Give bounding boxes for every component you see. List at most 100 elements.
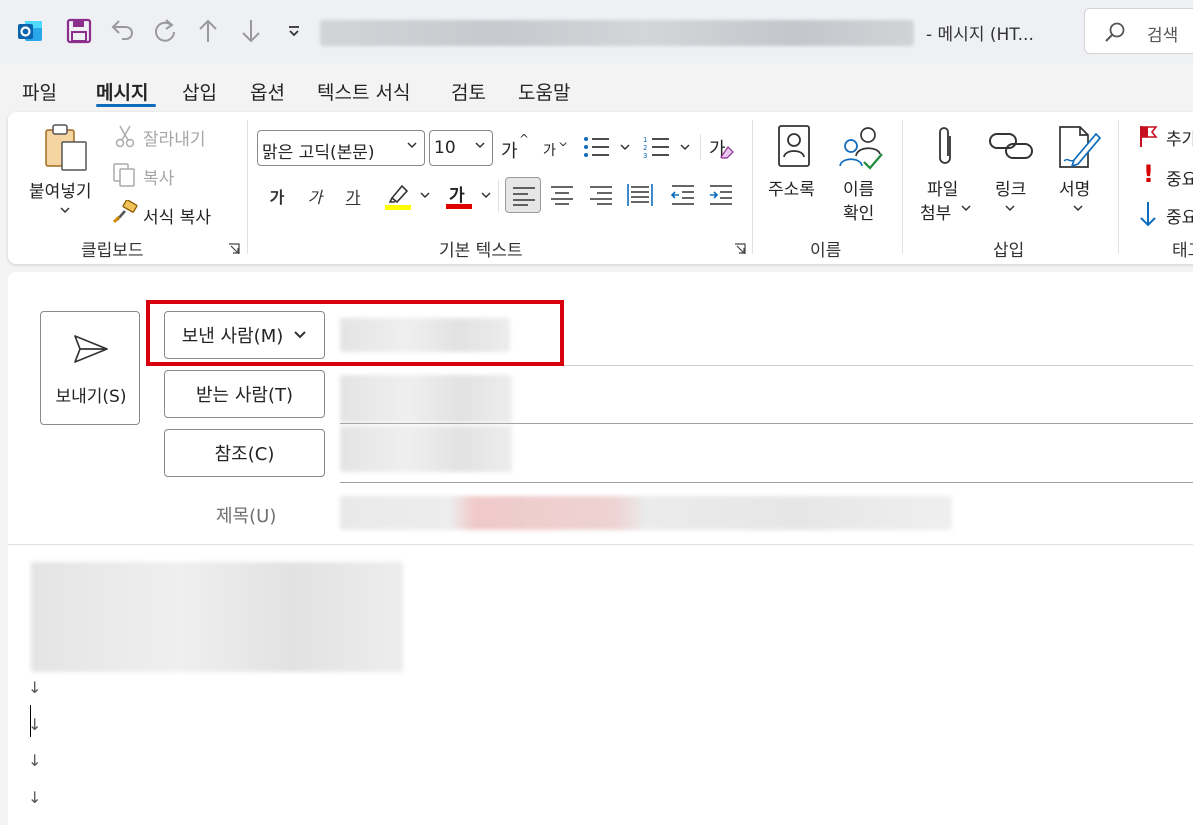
move-up-icon[interactable] — [193, 16, 223, 46]
send-button[interactable]: 보내기(S) — [40, 311, 140, 425]
numbered-list-icon: 1 2 3 — [643, 136, 669, 160]
chevron-down-icon — [475, 142, 485, 149]
italic-label: 가 — [307, 188, 323, 207]
basic-text-group-label: 기본 텍스트 — [439, 241, 523, 261]
subject-field-redacted[interactable] — [340, 496, 952, 530]
tab-review[interactable]: 검토 — [451, 78, 486, 105]
address-book-label: 주소록 — [768, 180, 815, 200]
basic-text-dialog-launcher-icon[interactable] — [734, 243, 746, 255]
increase-indent-icon[interactable] — [708, 184, 734, 206]
clipboard-dialog-launcher-icon[interactable] — [228, 243, 240, 255]
text-cursor — [30, 705, 31, 737]
subject-label: 제목(U) — [216, 506, 277, 527]
header-body-divider — [8, 544, 1193, 545]
move-down-icon[interactable] — [236, 16, 266, 46]
to-button[interactable]: 받는 사람(T) — [164, 370, 325, 418]
italic-button[interactable]: 가 — [303, 180, 327, 212]
ribbon-separator — [700, 134, 701, 160]
paste-icon — [45, 124, 87, 171]
ribbon-separator — [902, 120, 903, 254]
check-names-label-2: 확인 — [843, 204, 875, 224]
cc-divider — [340, 482, 1193, 483]
tab-file[interactable]: 파일 — [22, 78, 57, 105]
paste-label: 붙여넣기 — [29, 182, 92, 202]
customize-toolbar-icon[interactable] — [279, 16, 309, 46]
align-left-icon — [513, 187, 535, 206]
chevron-down-icon — [620, 144, 630, 151]
to-label: 받는 사람(T) — [195, 385, 293, 406]
chevron-down-icon — [1073, 205, 1083, 212]
decrease-indent-icon[interactable] — [670, 184, 696, 206]
caret-down-icon: ^ — [558, 134, 569, 148]
address-book-icon — [778, 125, 810, 167]
bullet-list-icon — [584, 137, 609, 157]
search-placeholder: 검색 — [1147, 26, 1179, 46]
to-divider — [340, 423, 1193, 424]
font-color-swatch — [446, 204, 472, 209]
save-icon[interactable] — [64, 16, 94, 46]
highlighter-icon — [385, 184, 411, 210]
justify-icon[interactable] — [626, 182, 654, 208]
chevron-down-icon — [420, 192, 430, 199]
outlook-logo-icon — [15, 16, 45, 46]
title-bar: - 메시지 (HT... 검색 — [0, 0, 1193, 64]
link-icon — [989, 133, 1033, 159]
flag-icon — [1140, 126, 1158, 147]
chevron-down-icon — [60, 207, 70, 214]
tab-message[interactable]: 메시지 — [96, 78, 148, 105]
search-box[interactable]: 검색 — [1084, 8, 1193, 54]
font-name-select[interactable]: 맑은 고딕(본문) — [257, 130, 425, 166]
check-names-icon — [839, 127, 883, 170]
caret-up-icon: ^ — [519, 132, 530, 146]
align-left-button[interactable] — [505, 177, 541, 213]
signature-icon — [1059, 126, 1102, 168]
ribbon-separator — [498, 180, 499, 212]
to-field-redacted[interactable] — [340, 375, 512, 423]
paragraph-mark: ↓ — [28, 751, 42, 770]
cc-button[interactable]: 참조(C) — [164, 429, 325, 477]
grow-font-label: 가 — [501, 141, 518, 162]
message-body-redacted[interactable] — [31, 562, 403, 672]
font-name-value: 맑은 고딕(본문) — [262, 143, 375, 163]
low-importance-label: 중요 — [1166, 208, 1193, 228]
font-color-label: 가 — [449, 186, 465, 206]
window-title-redacted — [320, 20, 914, 46]
format-painter-label: 서식 복사 — [143, 208, 211, 228]
tab-format-text[interactable]: 텍스트 서식 — [317, 78, 410, 105]
from-highlight-box — [146, 300, 564, 366]
send-icon — [74, 335, 108, 363]
scissors-icon — [115, 125, 135, 148]
tab-options[interactable]: 옵션 — [250, 78, 285, 105]
paperclip-icon — [939, 127, 951, 164]
send-label: 보내기(S) — [55, 387, 127, 407]
chevron-down-icon — [1005, 205, 1015, 212]
eraser-icon — [720, 146, 734, 159]
high-importance-icon: ! — [1143, 160, 1154, 188]
svg-text:3: 3 — [643, 152, 647, 160]
font-size-select[interactable]: 10 — [429, 130, 493, 166]
undo-icon[interactable] — [107, 16, 137, 46]
cc-field-redacted[interactable] — [340, 426, 512, 472]
link-label: 링크 — [995, 180, 1027, 200]
tab-insert[interactable]: 삽입 — [182, 78, 217, 105]
bold-button[interactable]: 가 — [265, 180, 289, 212]
copy-icon — [113, 163, 135, 187]
redo-icon[interactable] — [150, 16, 180, 46]
tags-group-label: 태그 — [1172, 241, 1193, 261]
cut-label: 잘라내기 — [143, 130, 206, 150]
underline-button[interactable]: 가 — [341, 180, 365, 212]
signature-label: 서명 — [1059, 180, 1091, 200]
copy-label: 복사 — [143, 169, 175, 189]
paragraph-mark: ↓ — [28, 678, 42, 697]
align-right-icon[interactable] — [589, 185, 613, 205]
ribbon-separator — [752, 120, 753, 254]
tab-help[interactable]: 도움말 — [518, 78, 570, 105]
window-title: - 메시지 (HT... — [926, 25, 1034, 45]
names-group-label: 이름 — [810, 241, 842, 261]
paragraph-mark: ↓ — [28, 788, 42, 807]
ribbon-separator — [1118, 120, 1119, 254]
chevron-down-icon — [481, 192, 491, 199]
format-painter-icon — [112, 200, 138, 224]
check-names-label-1: 이름 — [843, 180, 875, 200]
align-center-icon[interactable] — [550, 185, 574, 205]
